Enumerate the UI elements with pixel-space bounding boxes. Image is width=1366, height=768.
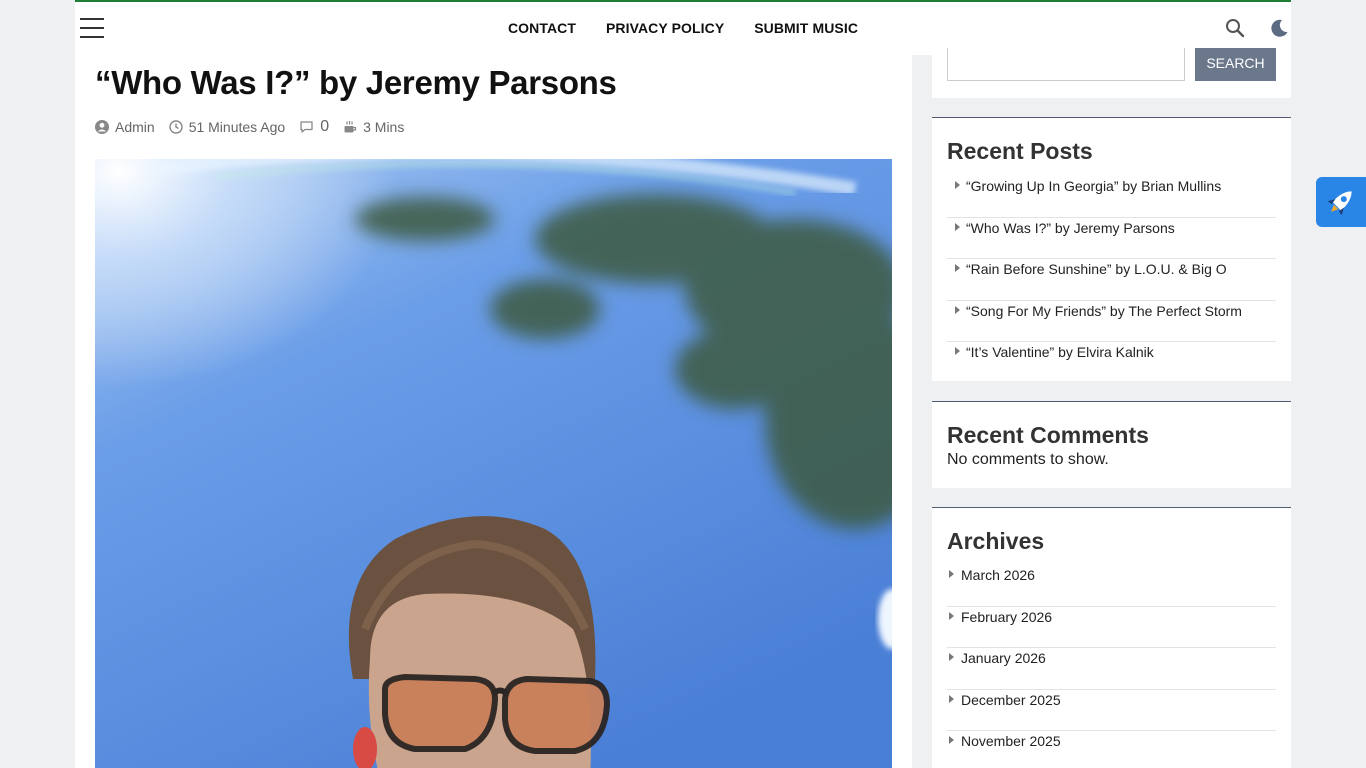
caret-right-icon	[955, 264, 960, 272]
recent-post-link[interactable]: “It’s Valentine” by Elvira Kalnik	[966, 344, 1154, 360]
caret-right-icon	[949, 570, 954, 578]
list-item[interactable]: “Rain Before Sunshine” by L.O.U. & Big O	[947, 259, 1276, 301]
read-time-meta: 3 Mins	[343, 119, 404, 135]
featured-image	[95, 159, 892, 768]
list-item[interactable]: January 2026	[947, 648, 1276, 690]
recent-comments-widget: Recent Comments No comments to show.	[932, 401, 1291, 488]
recent-comments-title: Recent Comments	[947, 422, 1149, 448]
caret-right-icon	[955, 181, 960, 189]
list-item[interactable]: “Growing Up In Georgia” by Brian Mullins	[947, 176, 1276, 218]
caret-right-icon	[949, 611, 954, 620]
list-item[interactable]: December 2025	[947, 690, 1276, 731]
clock-icon	[168, 120, 183, 134]
archive-link[interactable]: December 2025	[961, 692, 1061, 708]
author-meta[interactable]: Admin	[95, 119, 155, 135]
caret-right-icon	[949, 694, 954, 703]
rocket-icon	[1327, 191, 1352, 216]
user-icon	[95, 120, 109, 134]
list-item[interactable]: February 2026	[947, 607, 1276, 648]
coffee-icon	[344, 121, 357, 133]
site-header: CONTACT PRIVACY POLICY SUBMIT MUSIC	[75, 0, 1291, 55]
list-item[interactable]: March 2026	[947, 565, 1276, 607]
moon-icon[interactable]	[1269, 18, 1291, 40]
archive-link[interactable]: January 2026	[961, 650, 1046, 666]
main-nav: CONTACT PRIVACY POLICY SUBMIT MUSIC	[75, 20, 1291, 36]
caret-right-icon	[949, 736, 954, 744]
recent-posts-widget: Recent Posts “Growing Up In Georgia” by …	[932, 117, 1291, 381]
archive-link[interactable]: March 2026	[961, 567, 1035, 583]
archive-link[interactable]: November 2025	[961, 733, 1061, 749]
read-time: 3 Mins	[363, 119, 405, 135]
list-item[interactable]: “Who Was I?” by Jeremy Parsons	[947, 218, 1276, 259]
post-time: 51 Minutes Ago	[188, 119, 286, 135]
search-icon[interactable]	[1225, 18, 1247, 40]
no-comments-text: No comments to show.	[947, 451, 1109, 468]
search-button[interactable]: SEARCH	[1195, 48, 1276, 81]
caret-right-icon	[955, 347, 960, 355]
caret-right-icon	[955, 222, 960, 231]
recent-post-link[interactable]: “Rain Before Sunshine” by L.O.U. & Big O	[966, 261, 1227, 277]
comment-count: 0	[320, 118, 330, 135]
search-widget: SEARCH	[932, 48, 1291, 98]
article-meta: Admin 51 Minutes Ago 0 3 Mins	[95, 118, 418, 136]
archives-widget: Archives March 2026 February 2026 Januar…	[932, 507, 1291, 768]
nav-submit-music[interactable]: SUBMIT MUSIC	[754, 20, 858, 36]
recent-post-link[interactable]: “Growing Up In Georgia” by Brian Mullins	[966, 178, 1221, 194]
comments-meta[interactable]: 0	[299, 118, 329, 136]
article-card: “Who Was I?” by Jeremy Parsons Admin 51 …	[75, 55, 912, 768]
recent-post-link[interactable]: “Song For My Friends” by The Perfect Sto…	[966, 303, 1242, 319]
search-input[interactable]	[947, 48, 1185, 81]
nav-contact[interactable]: CONTACT	[508, 20, 576, 36]
list-item[interactable]: “It’s Valentine” by Elvira Kalnik	[947, 342, 1276, 384]
article-title: “Who Was I?” by Jeremy Parsons	[95, 64, 617, 101]
archives-list: March 2026 February 2026 January 2026 De…	[947, 565, 1276, 768]
list-item[interactable]: “Song For My Friends” by The Perfect Sto…	[947, 301, 1276, 342]
comment-icon	[300, 121, 313, 133]
list-item[interactable]: November 2025	[947, 731, 1276, 768]
scroll-rocket-button[interactable]	[1316, 177, 1366, 227]
caret-right-icon	[949, 653, 954, 661]
recent-posts-title: Recent Posts	[947, 138, 1093, 164]
nav-privacy-policy[interactable]: PRIVACY POLICY	[606, 20, 724, 36]
recent-posts-list: “Growing Up In Georgia” by Brian Mullins…	[947, 176, 1276, 384]
recent-post-link[interactable]: “Who Was I?” by Jeremy Parsons	[966, 220, 1175, 236]
time-meta: 51 Minutes Ago	[168, 119, 286, 135]
archive-link[interactable]: February 2026	[961, 609, 1052, 625]
archives-title: Archives	[947, 528, 1045, 554]
caret-right-icon	[955, 305, 960, 314]
author-name: Admin	[115, 119, 155, 135]
